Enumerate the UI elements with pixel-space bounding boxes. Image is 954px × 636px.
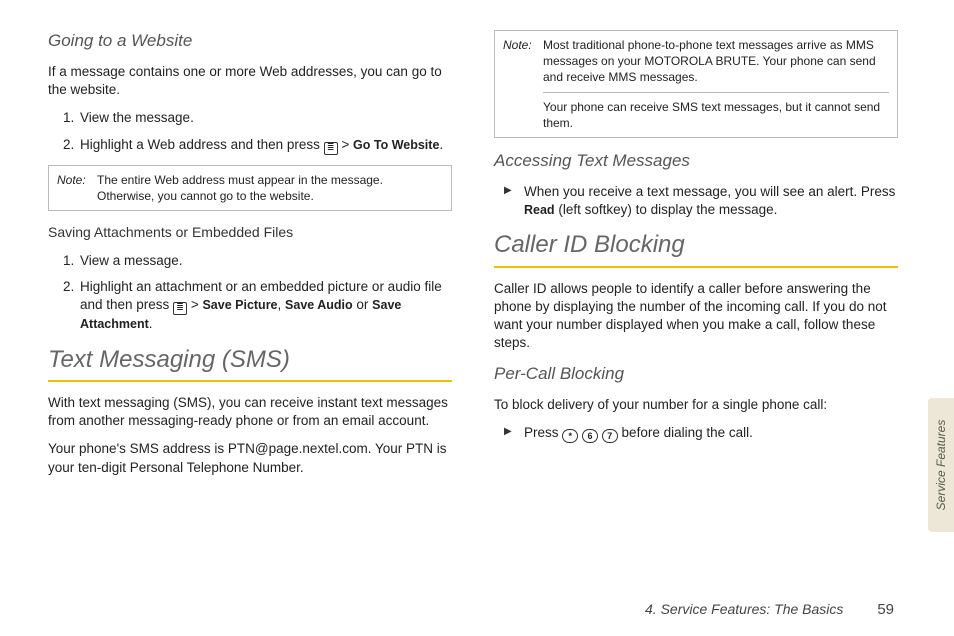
menu-key-icon (324, 142, 338, 155)
page-footer: 4. Service Features: The Basics 59 (645, 601, 894, 618)
note-divider (543, 92, 889, 93)
side-tab-label: Service Features (934, 420, 948, 511)
key-star-icon: * (562, 429, 578, 443)
bullet-list-percall: Press * 6 7 before dialing the call. (494, 424, 898, 443)
heading-caller-id-blocking: Caller ID Blocking (494, 229, 898, 261)
menu-key-icon (173, 302, 187, 315)
key-7-icon: 7 (602, 429, 618, 443)
step-highlight-attachment: Highlight an attachment or an embedded p… (78, 278, 452, 333)
para-website-intro: If a message contains one or more Web ad… (48, 63, 452, 99)
bullet-receive-text: When you receive a text message, you wil… (508, 183, 898, 219)
note-text-sms-receive: Your phone can receive SMS text messages… (543, 99, 889, 131)
steps-website: View the message. Highlight a Web addres… (48, 109, 452, 154)
note-label: Note: (503, 37, 543, 86)
bullet-press-keys: Press * 6 7 before dialing the call. (508, 424, 898, 443)
note-label: Note: (57, 172, 97, 204)
key-6-icon: 6 (582, 429, 598, 443)
step-highlight-web-address: Highlight a Web address and then press >… (78, 136, 452, 155)
heading-accessing-text-messages: Accessing Text Messages (494, 150, 898, 173)
note-mms-sms: Note: Most traditional phone-to-phone te… (494, 30, 898, 138)
para-sms-address: Your phone's SMS address is PTN@page.nex… (48, 440, 452, 476)
steps-save: View a message. Highlight an attachment … (48, 252, 452, 334)
step-view-message: View the message. (78, 109, 452, 127)
para-per-call: To block delivery of your number for a s… (494, 396, 898, 414)
note-text-mms: Most traditional phone-to-phone text mes… (543, 37, 889, 86)
heading-text-messaging-sms: Text Messaging (SMS) (48, 344, 452, 376)
footer-chapter: 4. Service Features: The Basics (645, 601, 843, 617)
para-sms-intro: With text messaging (SMS), you can recei… (48, 394, 452, 430)
step-view-a-message: View a message. (78, 252, 452, 270)
left-column: Going to a Website If a message contains… (48, 30, 452, 487)
footer-page-number: 59 (877, 601, 894, 618)
heading-per-call-blocking: Per-Call Blocking (494, 363, 898, 386)
heading-saving-attachments: Saving Attachments or Embedded Files (48, 223, 452, 242)
rule-yellow (494, 266, 898, 268)
side-tab: Service Features (928, 398, 954, 532)
right-column: Note: Most traditional phone-to-phone te… (494, 30, 898, 487)
rule-yellow (48, 380, 452, 382)
bullet-list-access: When you receive a text message, you wil… (494, 183, 898, 219)
note-web-address: Note: The entire Web address must appear… (48, 165, 452, 211)
para-caller-id: Caller ID allows people to identify a ca… (494, 280, 898, 353)
heading-going-to-website: Going to a Website (48, 30, 452, 53)
note-text: The entire Web address must appear in th… (97, 172, 443, 204)
